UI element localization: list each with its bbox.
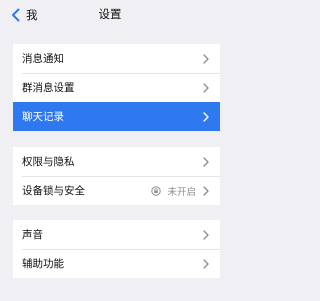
chevron-right-icon bbox=[203, 258, 209, 269]
settings-item-group-messages[interactable]: 群消息设置 bbox=[13, 73, 220, 102]
settings-item-label: 声音 bbox=[22, 229, 43, 241]
page-title: 设置 bbox=[98, 7, 122, 21]
chevron-right-icon bbox=[203, 111, 209, 122]
chevron-right-icon bbox=[203, 53, 209, 64]
settings-group-1: 消息通知 群消息设置 聊天记录 bbox=[13, 44, 220, 131]
chevron-right-icon bbox=[203, 229, 209, 240]
chevron-right-icon bbox=[203, 82, 209, 93]
settings-item-label: 群消息设置 bbox=[22, 82, 75, 94]
settings-item-chat-history[interactable]: 聊天记录 bbox=[13, 102, 220, 131]
settings-item-privacy[interactable]: 权限与隐私 bbox=[13, 147, 220, 176]
settings-item-label: 设备锁与安全 bbox=[22, 185, 85, 197]
settings-group-2: 权限与隐私 设备锁与安全 未开启 bbox=[13, 147, 220, 205]
settings-item-label: 聊天记录 bbox=[22, 111, 64, 123]
settings-item-label: 消息通知 bbox=[22, 53, 64, 65]
settings-group-3: 声音 辅助功能 bbox=[13, 220, 220, 278]
settings-item-accessibility[interactable]: 辅助功能 bbox=[13, 249, 220, 278]
settings-item-sound[interactable]: 声音 bbox=[13, 220, 220, 249]
settings-item-label: 辅助功能 bbox=[22, 258, 64, 270]
chevron-right-icon bbox=[203, 185, 209, 196]
settings-item-device-lock[interactable]: 设备锁与安全 未开启 bbox=[13, 176, 220, 205]
navigation-bar: 我 设置 bbox=[0, 0, 220, 30]
settings-item-notifications[interactable]: 消息通知 bbox=[13, 44, 220, 73]
chevron-right-icon bbox=[203, 156, 209, 167]
settings-item-label: 权限与隐私 bbox=[22, 156, 75, 168]
lock-icon bbox=[151, 185, 162, 196]
status-text: 未开启 bbox=[167, 186, 196, 198]
status-value: 未开启 bbox=[151, 184, 196, 198]
